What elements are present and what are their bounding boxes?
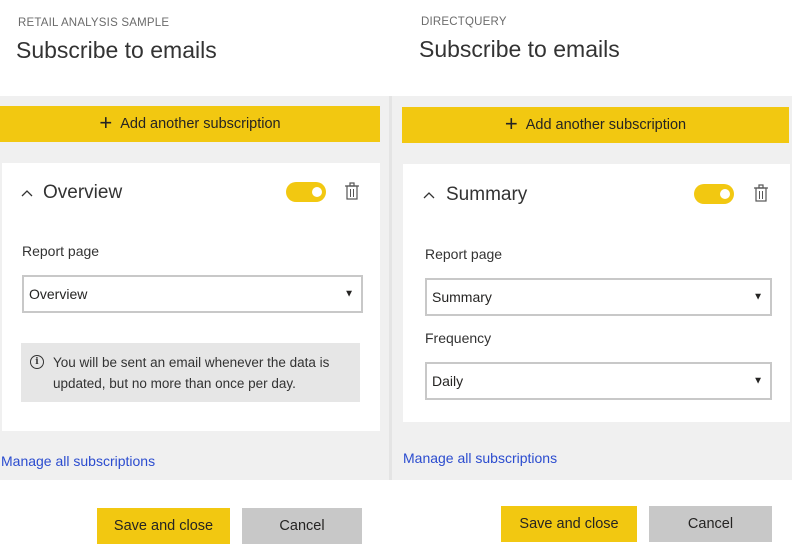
add-subscription-label: Add another subscription: [525, 117, 687, 133]
report-page-select[interactable]: Summary ▼: [425, 278, 772, 316]
subscription-toggle[interactable]: [694, 184, 734, 204]
page-title: Subscribe to emails: [419, 36, 620, 62]
cancel-button[interactable]: Cancel: [649, 506, 772, 542]
plus-icon: +: [504, 111, 518, 136]
subscription-card: Summary Report page Summary ▼ Frequency …: [403, 164, 790, 422]
info-message: i You will be sent an email whenever the…: [21, 343, 360, 402]
toggle-knob: [312, 187, 322, 197]
toggle-knob: [720, 189, 730, 199]
cancel-button[interactable]: Cancel: [242, 508, 362, 544]
subscribe-panel-right: DIRECTQUERY Subscribe to emails + Add an…: [392, 0, 792, 550]
add-subscription-button[interactable]: + Add another subscription: [0, 106, 380, 142]
plus-icon: +: [99, 110, 113, 135]
frequency-label: Frequency: [425, 330, 492, 346]
add-subscription-button[interactable]: + Add another subscription: [402, 107, 789, 143]
info-icon: i: [30, 355, 44, 369]
report-name: DIRECTQUERY: [421, 16, 507, 28]
caret-down-icon: ▼: [753, 291, 763, 303]
save-and-close-button[interactable]: Save and close: [501, 506, 637, 542]
frequency-select[interactable]: Daily ▼: [425, 362, 772, 400]
report-page-value: Summary: [432, 289, 492, 305]
page-title: Subscribe to emails: [16, 37, 217, 63]
report-page-label: Report page: [425, 246, 503, 262]
manage-subscriptions-link[interactable]: Manage all subscriptions: [1, 453, 155, 469]
caret-down-icon: ▼: [753, 375, 763, 387]
chevron-up-icon[interactable]: [423, 190, 435, 202]
add-subscription-label: Add another subscription: [120, 116, 281, 132]
subscription-title: Summary: [446, 184, 528, 205]
info-message-text: You will be sent an email whenever the d…: [53, 355, 330, 391]
chevron-up-icon[interactable]: [21, 188, 33, 200]
subscribe-panel-left: RETAIL ANALYSIS SAMPLE Subscribe to emai…: [0, 0, 389, 550]
report-page-value: Overview: [29, 286, 88, 302]
report-page-label: Report page: [22, 243, 100, 259]
trash-icon[interactable]: [753, 184, 769, 202]
subscription-card: Overview Report page Overview ▼ i You wi…: [2, 163, 380, 431]
report-name: RETAIL ANALYSIS SAMPLE: [18, 17, 170, 29]
report-page-select[interactable]: Overview ▼: [22, 275, 363, 313]
trash-icon[interactable]: [344, 182, 360, 200]
caret-down-icon: ▼: [344, 288, 354, 300]
save-and-close-button[interactable]: Save and close: [97, 508, 230, 544]
subscription-toggle[interactable]: [286, 182, 326, 202]
frequency-value: Daily: [432, 373, 464, 389]
subscription-title: Overview: [43, 182, 123, 203]
manage-subscriptions-link[interactable]: Manage all subscriptions: [403, 450, 557, 466]
